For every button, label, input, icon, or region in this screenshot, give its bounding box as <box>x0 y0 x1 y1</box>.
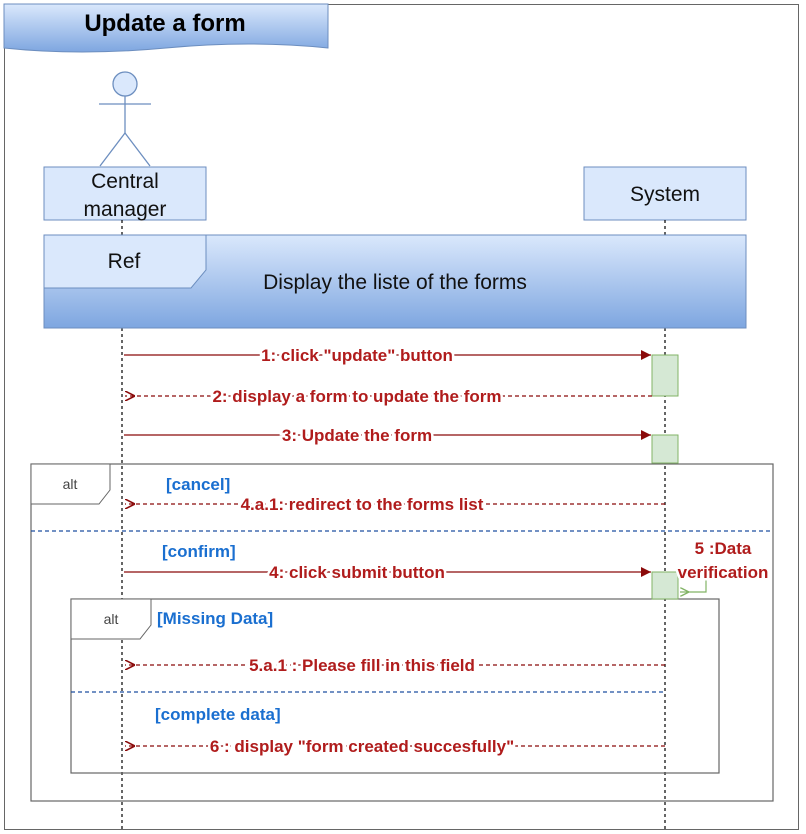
actor-label-line1: Central <box>91 170 159 193</box>
message-1-label: 1: click "update" button <box>261 346 453 365</box>
guard-complete-data: [complete data] <box>155 705 281 724</box>
guard-cancel: [cancel] <box>166 475 230 494</box>
alt-inner-operator: alt <box>104 611 119 627</box>
ref-text: Display the liste of the forms <box>263 271 527 294</box>
message-4-label: 4: click submit button <box>269 563 445 582</box>
message-5-label-line2: verification <box>678 563 769 582</box>
activation-bar-3 <box>651 571 679 600</box>
message-5-label-line1: 5 :Data <box>695 539 752 558</box>
message-4a1-label: 4.a.1: redirect to the forms list <box>241 495 484 514</box>
actor-label-line2: manager <box>84 198 167 221</box>
diagram-title: Update a form <box>84 10 245 37</box>
system-label: System <box>630 183 700 206</box>
sequence-diagram: Update a form Central manager System Ref… <box>3 3 799 830</box>
guard-missing-data: [Missing Data] <box>157 609 273 628</box>
alt-outer-operator: alt <box>63 476 78 492</box>
activation-bar-2 <box>651 434 679 464</box>
activation-bar-1 <box>651 354 679 397</box>
guard-confirm: [confirm] <box>162 542 236 561</box>
message-5a1-label: 5.a.1 : Please fill in this field <box>249 656 475 675</box>
message-6-label: 6 : display "form created succesfully" <box>210 737 514 756</box>
message-2-label: 2: display a form to update the form <box>212 387 501 406</box>
message-3-label: 3: Update the form <box>282 426 432 445</box>
ref-tag-label: Ref <box>108 250 141 273</box>
diagram-frame <box>4 4 799 830</box>
